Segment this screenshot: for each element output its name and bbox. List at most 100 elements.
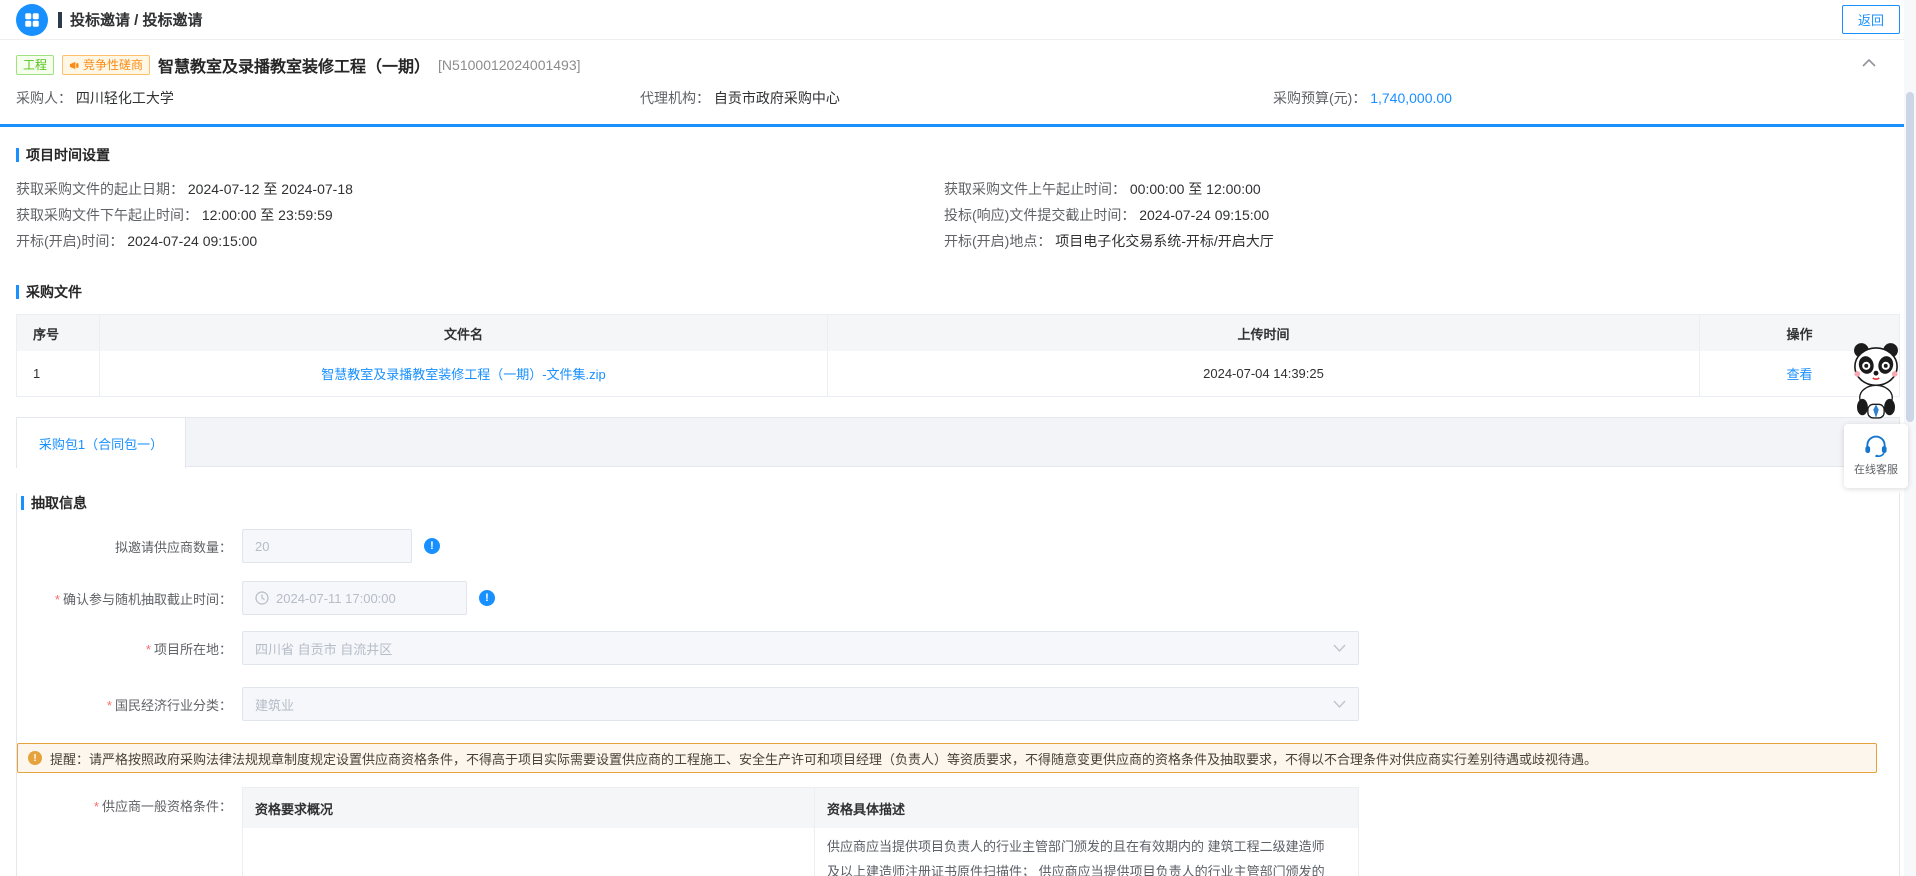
- extract-title-row: 抽取信息: [21, 493, 1899, 513]
- time-row: 获取采购文件上午起止时间： 00:00:00 至 12:00:00: [944, 176, 1274, 202]
- required-star: *: [106, 697, 112, 713]
- time-value: 00:00:00 至 12:00:00: [1129, 181, 1261, 197]
- qualification-table: 资格要求概况 资格具体描述 供应商应当提供项目负责人的行业主管部门颁发的且在有效…: [242, 787, 1359, 876]
- draw-deadline-value: 2024-07-11 17:00:00: [276, 590, 396, 606]
- time-grid: 获取采购文件的起止日期： 2024-07-12 至 2024-07-18 获取采…: [16, 176, 1900, 254]
- time-settings-title: 项目时间设置: [26, 147, 110, 163]
- time-column-right: 获取采购文件上午起止时间： 00:00:00 至 12:00:00 投标(响应)…: [944, 176, 1274, 254]
- location-value: 四川省 自贡市 自流井区: [255, 641, 393, 657]
- time-label: 投标(响应)文件提交截止时间：: [944, 207, 1136, 223]
- time-label: 开标(开启)地点：: [944, 233, 1052, 249]
- breadcrumb: 投标邀请 / 投标邀请: [70, 12, 203, 29]
- view-file-link[interactable]: 查看: [1786, 364, 1812, 383]
- qualification-table-header: 资格要求概况 资格具体描述: [243, 788, 1358, 828]
- app-grid-icon[interactable]: [16, 3, 48, 36]
- col-header-name: 文件名: [100, 315, 828, 351]
- files-table: 序号 文件名 上传时间 操作 1 智慧教室及录播教室装修工程（一期）-文件集.z…: [16, 314, 1900, 397]
- info-icon[interactable]: !: [424, 538, 440, 554]
- required-star: *: [54, 591, 60, 607]
- files-title-row: 采购文件: [16, 282, 1900, 302]
- draw-deadline-label: * 确认参与随机抽取截止时间：: [54, 591, 232, 607]
- form-row-supplier-count: 拟邀请供应商数量： 20 !: [17, 529, 1899, 563]
- qualification-label: * 供应商一般资格条件：: [93, 799, 232, 814]
- project-title-row: 工程 竞争性磋商 智慧教室及录播教室装修工程（一期） [N51000120240…: [16, 52, 1900, 78]
- location-select[interactable]: 四川省 自贡市 自流井区: [242, 631, 1359, 665]
- file-upload-time: 2024-07-04 14:39:25: [828, 351, 1700, 396]
- procurement-method-label: 竞争性磋商: [83, 58, 144, 72]
- files-table-header: 序号 文件名 上传时间 操作: [16, 315, 1900, 351]
- megaphone-icon: [69, 61, 79, 69]
- draw-deadline-input[interactable]: 2024-07-11 17:00:00: [242, 581, 467, 615]
- required-star: *: [93, 799, 99, 814]
- top-bar: 投标邀请 / 投标邀请 返回: [0, 0, 1916, 40]
- purchaser-label: 采购人：: [16, 90, 72, 106]
- customer-service-widget: 在线客服: [1844, 342, 1908, 488]
- project-summary-card: 工程 竞争性磋商 智慧教室及录播教室装修工程（一期） [N51000120240…: [0, 40, 1916, 127]
- col-header-time: 上传时间: [828, 315, 1700, 351]
- form-row-location: * 项目所在地： 四川省 自贡市 自流井区: [17, 631, 1899, 665]
- tab-bar: 采购包1（合同包一）: [16, 417, 1900, 468]
- form-row-draw-deadline: * 确认参与随机抽取截止时间： 2024-07-11 17:00:00 !: [17, 581, 1899, 615]
- industry-value: 建筑业: [255, 697, 295, 713]
- qualification-description-cell: 供应商应当提供项目负责人的行业主管部门颁发的且在有效期内的 建筑工程二级建造师 …: [815, 828, 1358, 876]
- tab-package-1[interactable]: 采购包1（合同包一）: [16, 417, 186, 468]
- supplier-count-value: 20: [255, 538, 270, 554]
- qualification-overview-cell: [243, 828, 815, 876]
- time-label: 获取采购文件上午起止时间：: [944, 181, 1126, 197]
- col-header-no: 序号: [16, 315, 100, 351]
- project-title: 智慧教室及录播教室装修工程（一期）: [158, 59, 431, 76]
- supplier-count-input[interactable]: 20: [242, 529, 412, 563]
- required-star: *: [145, 641, 151, 657]
- notice-bar: ! 提醒：请严格按照政府采购法律法规规章制度规定设置供应商资格条件，不得高于项目…: [17, 743, 1877, 773]
- notice-text: 提醒：请严格按照政府采购法律法规规章制度规定设置供应商资格条件，不得高于项目实际…: [50, 751, 1598, 767]
- table-row: 1 智慧教室及录播教室装修工程（一期）-文件集.zip 2024-07-04 1…: [16, 351, 1900, 397]
- location-label: * 项目所在地：: [145, 641, 232, 657]
- warning-icon: !: [28, 751, 42, 765]
- clock-icon: [255, 591, 269, 605]
- purchaser-cell: 采购人： 四川轻化工大学: [16, 88, 174, 108]
- agency-label: 代理机构：: [640, 90, 710, 106]
- agency-cell: 代理机构： 自贡市政府采购中心: [640, 88, 840, 108]
- panda-body-icon[interactable]: [1854, 384, 1898, 422]
- supplier-count-label: 拟邀请供应商数量：: [114, 539, 232, 555]
- purchaser-value: 四川轻化工大学: [75, 90, 174, 106]
- time-value: 2024-07-12 至 2024-07-18: [187, 181, 353, 197]
- time-row: 开标(开启)地点： 项目电子化交易系统-开标/开启大厅: [944, 228, 1274, 254]
- time-value: 12:00:00 至 23:59:59: [201, 207, 333, 223]
- online-service-button[interactable]: 在线客服: [1844, 424, 1908, 488]
- time-settings-section: 项目时间设置 获取采购文件的起止日期： 2024-07-12 至 2024-07…: [16, 145, 1900, 254]
- description-line: 及以上建造师注册证书原件扫描件； 供应商应当提供项目负责人的行业主管部门颁发的: [827, 864, 1325, 876]
- back-button[interactable]: 返回: [1841, 5, 1900, 34]
- project-code: [N5100012024001493]: [438, 57, 581, 73]
- agency-value: 自贡市政府采购中心: [713, 90, 840, 106]
- procurement-method-tag: 竞争性磋商: [62, 55, 151, 75]
- file-download-link[interactable]: 智慧教室及录播教室装修工程（一期）-文件集.zip: [321, 364, 606, 383]
- time-label: 获取采购文件的起止日期：: [16, 181, 184, 197]
- panda-mascot-icon[interactable]: [1850, 342, 1902, 388]
- file-row-no: 1: [16, 351, 100, 396]
- files-section: 采购文件 序号 文件名 上传时间 操作 1 智慧教室及录播教室装修工程（一期）-…: [16, 282, 1900, 397]
- budget-cell: 采购预算(元)： 1,740,000.00: [1273, 88, 1452, 108]
- industry-select[interactable]: 建筑业: [242, 687, 1359, 721]
- collapse-chevron-up-icon[interactable]: [1862, 58, 1876, 67]
- file-name-cell: 智慧教室及录播教室装修工程（一期）-文件集.zip: [100, 351, 828, 396]
- time-row: 投标(响应)文件提交截止时间： 2024-07-24 09:15:00: [944, 202, 1274, 228]
- package-pane: 抽取信息 拟邀请供应商数量： 20 ! * 确认参与随机抽取截止时间： 2024-…: [16, 493, 1900, 876]
- chevron-down-icon: [1333, 700, 1346, 708]
- budget-value: 1,740,000.00: [1370, 90, 1452, 106]
- info-icon[interactable]: !: [479, 590, 495, 606]
- package-tabs: 采购包1（合同包一） 抽取信息 拟邀请供应商数量： 20 ! * 确认参与随机抽取…: [16, 417, 1900, 876]
- description-line: 供应商应当提供项目负责人的行业主管部门颁发的且在有效期内的 建筑工程二级建造师: [827, 839, 1325, 854]
- project-type-tag: 工程: [16, 55, 55, 75]
- time-value: 2024-07-24 09:15:00: [127, 233, 258, 249]
- headset-icon: [1865, 435, 1887, 457]
- section-accent-bar: [16, 148, 19, 162]
- industry-label: * 国民经济行业分类：: [106, 697, 232, 713]
- qualification-row: * 供应商一般资格条件： 资格要求概况 资格具体描述 供应商应当提供项目负责人的行…: [17, 787, 1899, 876]
- project-meta-row: 采购人： 四川轻化工大学 代理机构： 自贡市政府采购中心 采购预算(元)： 1,…: [16, 88, 1900, 112]
- col-header-description: 资格具体描述: [827, 801, 906, 817]
- chevron-down-icon: [1333, 644, 1346, 652]
- time-label: 获取采购文件下午起止时间：: [16, 207, 198, 223]
- form-row-industry: * 国民经济行业分类： 建筑业: [17, 687, 1899, 721]
- online-service-label: 在线客服: [1854, 464, 1898, 476]
